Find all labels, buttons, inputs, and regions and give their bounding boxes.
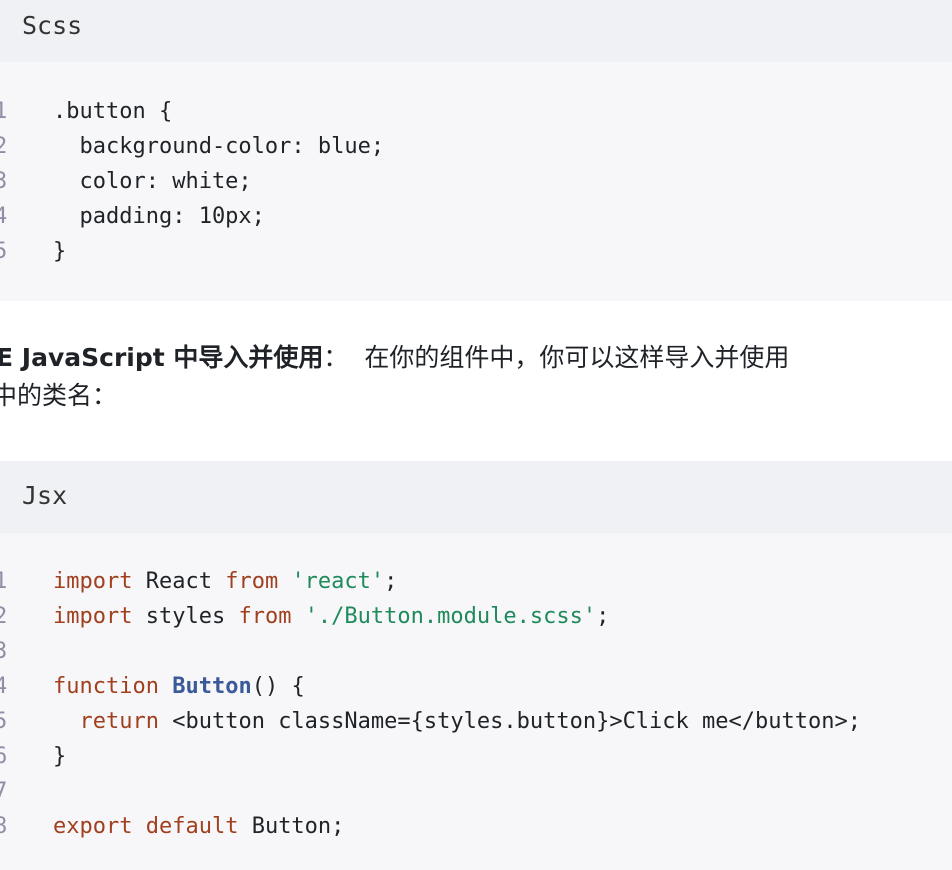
code-line[interactable]: 4 function Button() {: [0, 669, 952, 704]
code-token: 'react': [291, 569, 385, 594]
code-text: }: [53, 234, 66, 269]
code-token: function: [53, 674, 159, 699]
instruction-text-line-2: 中的类名：: [0, 381, 118, 410]
code-line[interactable]: 8 export default Button;: [0, 809, 952, 844]
code-text: function Button() {: [53, 669, 305, 704]
line-number: 2: [0, 134, 8, 159]
code-line[interactable]: 2 background-color: blue;: [0, 129, 952, 164]
line-number: 5: [0, 239, 8, 264]
code-text: export default Button;: [53, 809, 344, 844]
code-token: padding: 10px;: [53, 204, 265, 229]
line-number: 3: [0, 639, 8, 664]
code-line[interactable]: 2 import styles from './Button.module.scs…: [0, 599, 952, 634]
code-token: styles: [132, 604, 239, 629]
code-token: ;: [384, 569, 398, 594]
line-number: 1: [0, 569, 8, 594]
line-number: 8: [0, 814, 8, 839]
language-label: Jsx: [22, 481, 68, 510]
code-line[interactable]: 4 padding: 10px;: [0, 199, 952, 234]
code-block-jsx: Jsx 1 import React from 'react'; 2 import s…: [0, 461, 952, 870]
code-text: color: white;: [53, 164, 252, 199]
code-token: ;: [596, 604, 610, 629]
code-token: .button {: [53, 99, 173, 124]
code-token: Button;: [238, 814, 345, 839]
heading-colon: ：: [323, 343, 349, 372]
code-line[interactable]: 7: [0, 774, 952, 809]
code-token: './Button.module.scss': [304, 604, 597, 629]
line-number: 7: [0, 779, 8, 804]
line-number: 6: [0, 744, 8, 769]
code-token: color: white;: [53, 169, 252, 194]
code-token: }: [53, 239, 67, 264]
code-line[interactable]: 3: [0, 634, 952, 669]
instruction-heading: E JavaScript 中导入并使用: [0, 343, 324, 372]
code-text: import styles from './Button.module.scss…: [53, 599, 609, 634]
code-text: .button {: [53, 94, 172, 129]
code-token: import: [53, 569, 133, 594]
code-token: export: [53, 814, 133, 839]
code-token: React: [132, 569, 226, 594]
code-block-scss: Scss 1 .button { 2 background-color: blue;…: [0, 0, 952, 301]
code-token: from: [238, 604, 292, 629]
code-block-header: Jsx: [0, 461, 952, 533]
code-text: padding: 10px;: [53, 199, 265, 234]
line-number: 3: [0, 169, 8, 194]
line-number: 4: [0, 204, 8, 229]
code-token: return: [79, 709, 159, 734]
code-token: background-color: blue;: [53, 134, 385, 159]
line-number: 4: [0, 674, 8, 699]
code-token: () {: [251, 674, 305, 699]
code-token: <button className={styles.button}>Click …: [158, 709, 861, 734]
code-text: import React from 'react';: [53, 564, 397, 599]
line-number: 5: [0, 709, 8, 734]
code-token: default: [145, 814, 239, 839]
code-token: from: [225, 569, 279, 594]
code-token: }: [53, 744, 67, 769]
line-number: 2: [0, 604, 8, 629]
code-token: import: [53, 604, 133, 629]
code-line[interactable]: 3 color: white;: [0, 164, 952, 199]
code-token: Button: [172, 674, 252, 699]
code-line[interactable]: 1 import React from 'react';: [0, 564, 952, 599]
code-block-header: Scss: [0, 0, 952, 62]
code-text: return <button className={styles.button}…: [53, 704, 861, 739]
code-line[interactable]: 5}: [0, 234, 952, 269]
code-line[interactable]: 5 return <button className={styles.butto…: [0, 704, 952, 739]
code-text: background-color: blue;: [53, 129, 384, 164]
code-text: }: [53, 739, 66, 774]
language-label: Scss: [22, 11, 83, 40]
instruction-paragraph: E JavaScript 中导入并使用： 在你的组件中，你可以这样导入并使用 中…: [0, 339, 952, 415]
code-line[interactable]: 1 .button {: [0, 94, 952, 129]
line-number: 1: [0, 99, 8, 124]
code-line[interactable]: 6}: [0, 739, 952, 774]
instruction-text: 在你的组件中，你可以这样导入并使用: [364, 343, 790, 372]
